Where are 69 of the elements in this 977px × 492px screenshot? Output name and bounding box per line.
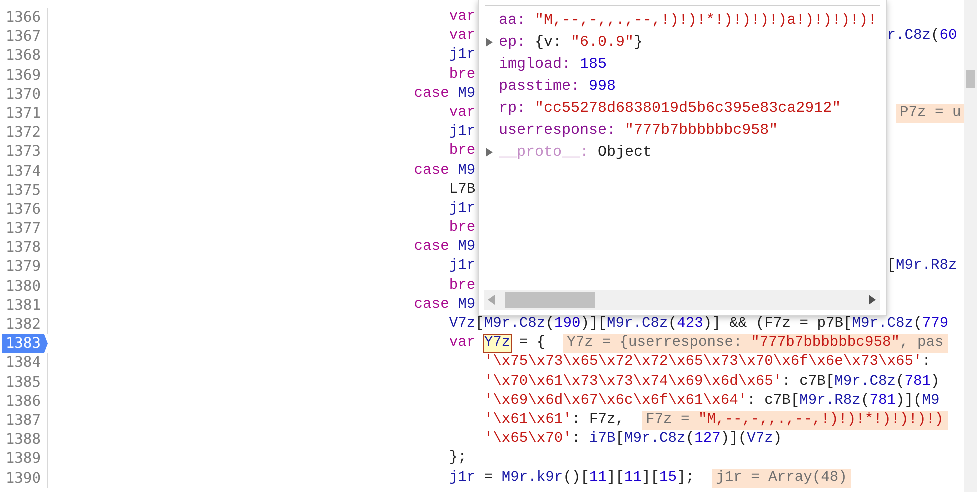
highlighted-token: Y7z — [484, 335, 511, 352]
line-number[interactable]: 1373 — [0, 142, 48, 162]
code-text: L7B — [449, 180, 476, 200]
code-text: var — [449, 27, 476, 46]
expand-triangle-icon[interactable] — [486, 38, 493, 46]
line-number[interactable]: 1375 — [0, 180, 48, 200]
code-text: V7z[M9r.C8z(190)][M9r.C8z(423)] && (F7z = p7B[M9r.C8z(779 — [449, 315, 949, 334]
inline-value: P7z = u — [896, 104, 964, 124]
code-text: '\x65\x70': i7B[M9r.C8z(127)](V7z) — [484, 430, 782, 450]
code-text: bre — [449, 276, 476, 296]
code-text: bre — [449, 142, 476, 162]
line-number[interactable]: 1386 — [0, 392, 48, 411]
code-text: j1r — [449, 257, 476, 276]
object-property: passtime: 998 — [499, 78, 616, 94]
line-number[interactable]: 1367 — [0, 27, 48, 46]
line-number[interactable]: 1371 — [0, 104, 48, 124]
line-number[interactable]: 1380 — [0, 276, 48, 296]
code-text: }; — [449, 449, 467, 468]
code-text: '\x70\x61\x73\x73\x74\x69\x6d\x65': c7B[M9r.C8z(781) — [484, 372, 940, 392]
code-text: '\x69\x6d\x67\x6c\x6f\x61\x64': c7B[M9r.R8z(781)](M9 — [484, 392, 940, 411]
line-number[interactable]: 1379 — [0, 257, 48, 277]
code-text: j1r — [449, 123, 476, 142]
code-text: '\x75\x73\x65\x72\x72\x65\x73\x70\x6f\x6e\x73\x65': — [484, 353, 932, 372]
object-property: userresponse: "777b7bbbbbbc958" — [499, 122, 778, 138]
line-number[interactable]: 1376 — [0, 200, 48, 220]
line-number[interactable]: 1385 — [0, 372, 48, 392]
line-number[interactable]: 1387 — [0, 410, 48, 430]
code-text: bre — [449, 219, 476, 238]
horizontal-scrollbar[interactable] — [484, 290, 880, 310]
code-text: '\x61\x61': F7z, — [484, 410, 624, 430]
line-number[interactable]: 1390 — [0, 468, 48, 488]
inline-value: j1r = Array(48) — [712, 468, 852, 488]
code-text: var — [449, 8, 476, 27]
code-text: var — [449, 334, 476, 354]
line-number[interactable]: 1383 — [2, 334, 48, 354]
line-number[interactable]: 1388 — [0, 430, 48, 450]
code-text: var — [449, 104, 476, 123]
code-text: j1r = M9r.k9r()[11][11][15]; — [449, 468, 695, 488]
vertical-scrollbar[interactable] — [964, 0, 977, 492]
line-number[interactable]: 1378 — [0, 238, 48, 258]
object-property: imgload: 185 — [499, 56, 608, 72]
expand-triangle-icon[interactable] — [486, 148, 493, 156]
line-number[interactable]: 1369 — [0, 66, 48, 85]
line-number[interactable]: 1374 — [0, 162, 48, 181]
inline-value: F7z = "M,--,-,,.,--,!)!)!*!)!)!)!) — [642, 411, 948, 430]
line-number[interactable]: 1384 — [0, 353, 48, 373]
code-text: case M9 — [414, 238, 476, 258]
line-number[interactable]: 1377 — [0, 219, 48, 238]
line-number[interactable]: 1368 — [0, 46, 48, 66]
object-property: rp: "cc55278d6838019d5b6c395e83ca2912" — [499, 100, 842, 116]
code-text: [M9r.R8z — [887, 257, 958, 276]
code-text: bre — [449, 66, 476, 85]
line-number[interactable]: 1389 — [0, 449, 48, 469]
inline-value: Y7z = {userresponse: "777b7bbbbbbc958", pas — [563, 334, 948, 354]
scroll-right-icon[interactable] — [869, 295, 876, 305]
code-text: case M9 — [414, 296, 476, 315]
code-text: j1r — [449, 46, 476, 66]
object-property: aa: "M,--,-,,.,--,!)!)!*!)!)!)!)a!)!)!)!)! — [499, 12, 878, 28]
object-property: ep: {v: "6.0.9"} — [499, 34, 644, 50]
line-number[interactable]: 1366 — [0, 8, 48, 28]
line-number[interactable]: 1372 — [0, 123, 48, 142]
code-text: r.C8z(60 — [887, 27, 958, 46]
code-text: case M9 — [414, 84, 476, 104]
code-text: j1r — [449, 200, 476, 219]
code-text: case M9 — [414, 162, 476, 180]
line-number[interactable]: 1381 — [0, 296, 48, 316]
line-number[interactable]: 1370 — [0, 84, 48, 104]
object-property: __proto__: Object — [499, 144, 652, 160]
code-text: = { — [519, 334, 546, 354]
